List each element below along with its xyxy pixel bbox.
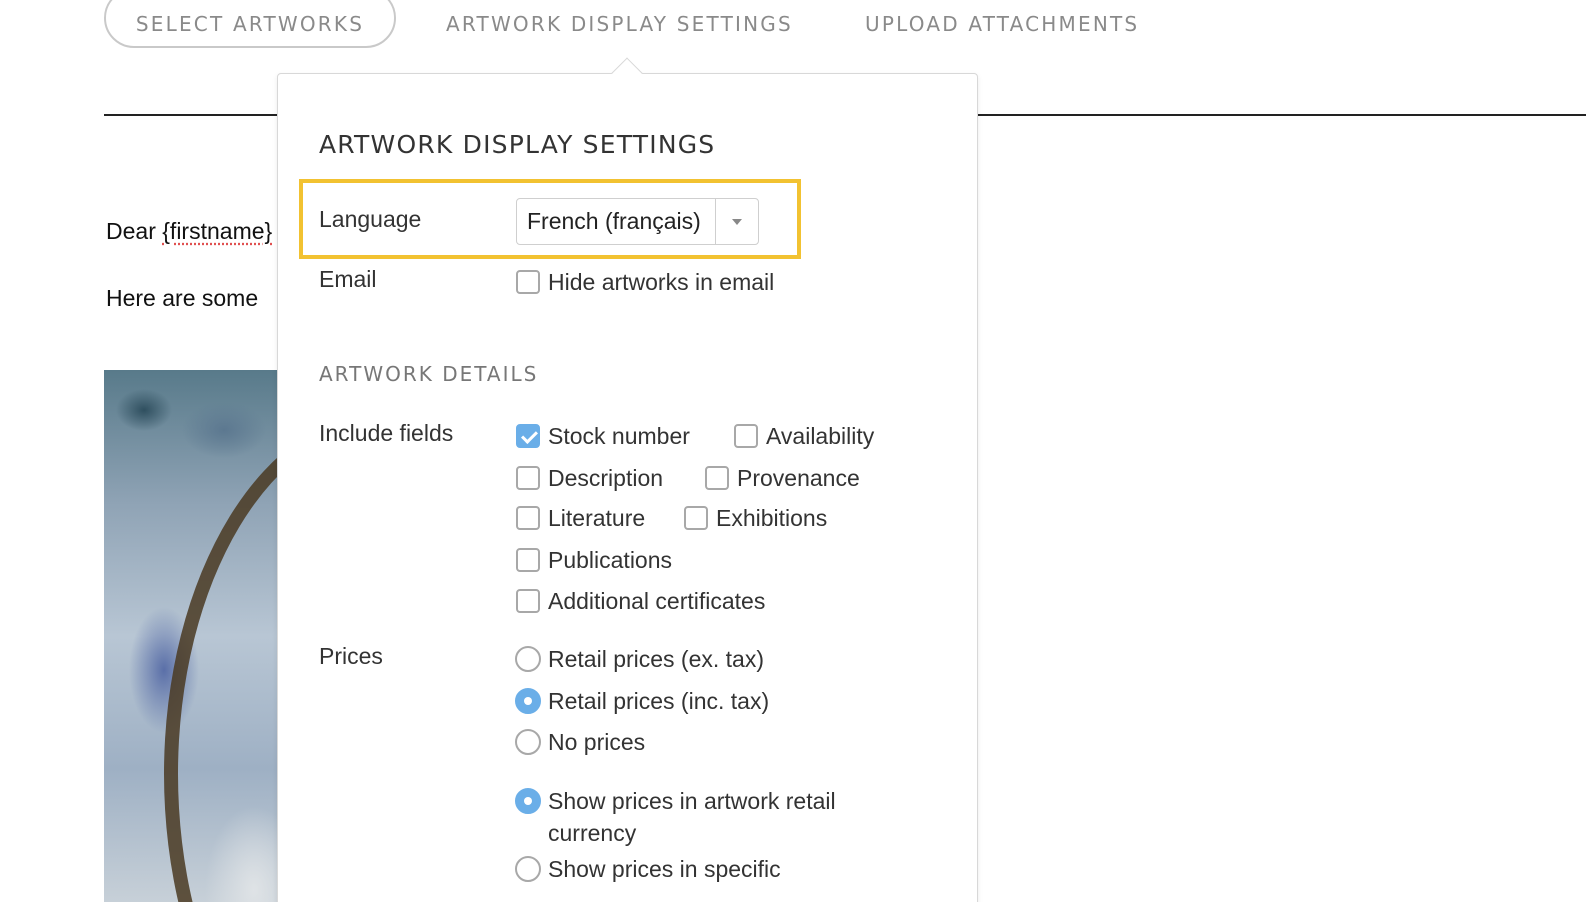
checkbox-icon[interactable]: [516, 270, 540, 294]
language-select[interactable]: French (français): [516, 198, 759, 245]
currency-specific[interactable]: Show prices in specific: [515, 853, 781, 885]
field-availability[interactable]: Availability: [734, 420, 874, 452]
field-additional-certificates[interactable]: Additional certificates: [516, 585, 765, 617]
checkbox-checked-icon[interactable]: [516, 424, 540, 448]
field-label: Stock number: [548, 423, 690, 449]
currency-artwork-retail[interactable]: Show prices in artwork retail currency: [515, 785, 888, 849]
greeting-prefix: Dear: [106, 218, 163, 244]
chevron-down-icon[interactable]: [716, 199, 758, 244]
checkbox-icon[interactable]: [684, 506, 708, 530]
field-publications[interactable]: Publications: [516, 544, 672, 576]
language-label: Language: [319, 206, 422, 232]
field-description[interactable]: Description: [516, 462, 663, 494]
field-provenance[interactable]: Provenance: [705, 462, 860, 494]
price-option-label: No prices: [548, 729, 646, 755]
wizard-tabs: SELECT ARTWORKS ARTWORK DISPLAY SETTINGS…: [0, 0, 1586, 60]
currency-option-label: Show prices in artwork retail currency: [548, 788, 836, 846]
radio-icon[interactable]: [515, 856, 541, 882]
checkbox-icon[interactable]: [516, 589, 540, 613]
email-intro[interactable]: Here are some: [106, 285, 258, 312]
field-stock-number[interactable]: Stock number: [516, 420, 690, 452]
language-select-value: French (français): [527, 208, 701, 234]
checkbox-icon[interactable]: [516, 506, 540, 530]
prices-label: Prices: [319, 643, 383, 669]
field-label: Description: [548, 465, 664, 491]
field-label: Publications: [548, 547, 673, 573]
include-fields-label: Include fields: [319, 420, 454, 446]
hide-artworks-checkbox[interactable]: Hide artworks in email: [516, 266, 774, 298]
email-greeting[interactable]: Dear {firstname}: [106, 218, 272, 245]
artwork-details-title: ARTWORK DETAILS: [319, 362, 539, 386]
tab-select-artworks[interactable]: SELECT ARTWORKS: [104, 0, 396, 48]
hide-artworks-label: Hide artworks in email: [548, 269, 775, 295]
popover-title: ARTWORK DISPLAY SETTINGS: [319, 130, 716, 159]
tab-artwork-display-settings[interactable]: ARTWORK DISPLAY SETTINGS: [446, 0, 793, 48]
price-option-label: Retail prices (inc. tax): [548, 688, 770, 714]
field-literature[interactable]: Literature: [516, 502, 645, 534]
radio-selected-icon[interactable]: [515, 688, 541, 714]
field-label: Literature: [548, 505, 646, 531]
checkbox-icon[interactable]: [734, 424, 758, 448]
artwork-image: [104, 370, 304, 902]
checkbox-icon[interactable]: [705, 466, 729, 490]
price-none[interactable]: No prices: [515, 726, 645, 758]
firstname-placeholder: {firstname}: [162, 218, 273, 244]
radio-icon[interactable]: [515, 646, 541, 672]
field-label: Additional certificates: [548, 588, 766, 614]
radio-selected-icon[interactable]: [515, 788, 541, 814]
radio-icon[interactable]: [515, 729, 541, 755]
field-label: Availability: [766, 423, 875, 449]
checkbox-icon[interactable]: [516, 466, 540, 490]
price-retail-inc-tax[interactable]: Retail prices (inc. tax): [515, 685, 769, 717]
field-exhibitions[interactable]: Exhibitions: [684, 502, 827, 534]
email-label: Email: [319, 266, 377, 292]
field-label: Exhibitions: [716, 505, 828, 531]
checkbox-icon[interactable]: [516, 548, 540, 572]
price-option-label: Retail prices (ex. tax): [548, 646, 765, 672]
field-label: Provenance: [737, 465, 860, 491]
currency-option-label: Show prices in specific: [548, 856, 781, 882]
price-retail-ex-tax[interactable]: Retail prices (ex. tax): [515, 643, 764, 675]
tab-upload-attachments[interactable]: UPLOAD ATTACHMENTS: [865, 0, 1139, 48]
